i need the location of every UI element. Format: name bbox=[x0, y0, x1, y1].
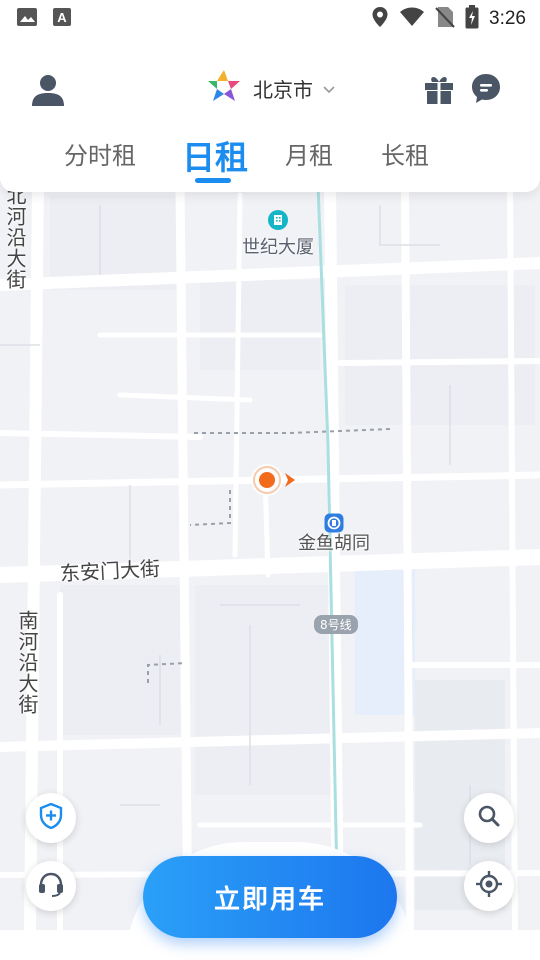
city-name: 北京市 bbox=[253, 77, 313, 102]
map-label-building: 世纪大厦 bbox=[242, 237, 314, 258]
map-label-dongan-street: 东安门大街 bbox=[59, 556, 161, 586]
text-a-icon: A bbox=[52, 7, 72, 31]
tab-monthly[interactable]: 月租 bbox=[285, 136, 333, 182]
map-view[interactable]: 北河沿大街 南河沿大街 东安门大街 世纪大厦 金鱼胡同 8号线 bbox=[0, 185, 540, 930]
user-icon[interactable] bbox=[28, 70, 68, 110]
gift-icon[interactable] bbox=[422, 72, 456, 106]
map-roads bbox=[0, 185, 540, 930]
star-logo-icon bbox=[205, 68, 243, 108]
svg-text:A: A bbox=[57, 10, 67, 25]
headset-icon bbox=[37, 871, 65, 901]
tab-hourly[interactable]: 分时租 bbox=[64, 136, 136, 182]
status-time: 3:26 bbox=[489, 8, 526, 29]
customer-service-button[interactable] bbox=[26, 861, 76, 911]
use-car-now-button[interactable]: 立即用车 bbox=[143, 856, 397, 938]
search-icon bbox=[477, 804, 501, 832]
map-label-station: 金鱼胡同 bbox=[298, 533, 370, 554]
locate-button[interactable] bbox=[464, 861, 514, 911]
wifi-icon bbox=[399, 7, 425, 31]
map-label-north-street: 北河沿大街 bbox=[3, 185, 27, 290]
locate-icon bbox=[475, 870, 503, 902]
building-poi-icon bbox=[267, 209, 289, 235]
active-tab-indicator bbox=[195, 178, 231, 183]
map-label-south-street: 南河沿大街 bbox=[15, 610, 39, 715]
status-bar: A 3:26 bbox=[0, 0, 540, 38]
metro-line-badge: 8号线 bbox=[314, 615, 358, 634]
tab-long-term[interactable]: 长租 bbox=[381, 136, 429, 182]
image-icon bbox=[16, 6, 38, 32]
shield-plus-icon bbox=[39, 802, 63, 833]
location-icon bbox=[371, 6, 389, 32]
no-sim-icon bbox=[435, 6, 455, 32]
city-selector[interactable]: 北京市 bbox=[205, 68, 335, 108]
rental-tabs: 分时租 日租 月租 长租 bbox=[0, 136, 540, 186]
tab-daily[interactable]: 日租 bbox=[182, 131, 248, 177]
chevron-down-icon bbox=[323, 79, 335, 98]
top-header: 北京市 分时租 日租 月租 长租 bbox=[0, 38, 540, 192]
battery-charging-icon bbox=[465, 5, 479, 33]
safety-button[interactable] bbox=[26, 793, 76, 843]
message-icon[interactable] bbox=[470, 72, 502, 104]
search-button[interactable] bbox=[464, 793, 514, 843]
current-location-marker bbox=[247, 463, 297, 497]
